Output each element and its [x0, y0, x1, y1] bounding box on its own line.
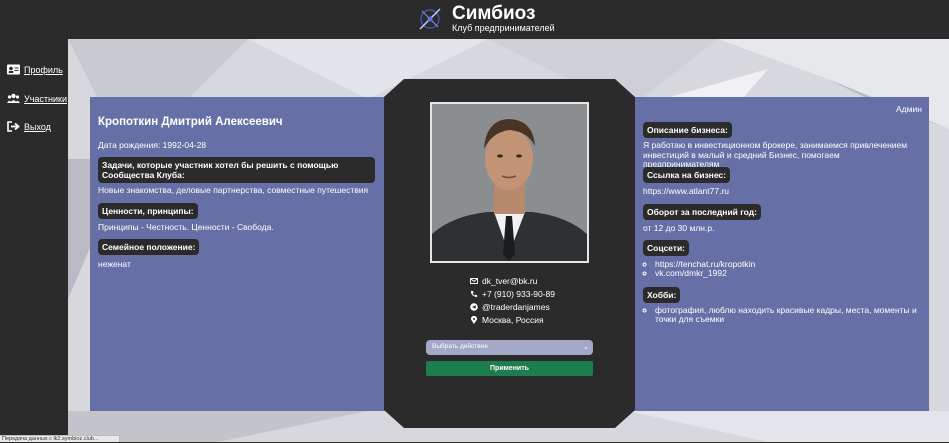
brand-subtitle: Клуб предпринимателей — [452, 23, 555, 33]
action-select-value: Выбрать действие — [432, 343, 488, 350]
sidebar-item-label: Участники — [24, 93, 67, 104]
values-label: Ценности, принципы: — [98, 203, 198, 219]
header: Симбиоз Клуб предпринимателей — [0, 0, 949, 39]
sidebar-item-profile[interactable]: Профиль — [7, 64, 63, 75]
users-icon — [7, 93, 20, 103]
telegram-text: @traderdanjames — [482, 302, 550, 312]
sidebar-item-members[interactable]: Участники — [7, 93, 67, 104]
family-label: Семейное положение: — [98, 239, 200, 255]
business-desc-value: Я работаю в инвестиционном брокере, зани… — [643, 140, 908, 169]
sidebar-item-logout[interactable]: Выход — [7, 121, 51, 132]
hobby-item: фотография, люблю находить красивые кадр… — [655, 306, 920, 324]
business-desc-label: Описание бизнеса: — [643, 122, 732, 138]
business-link-label: Ссылка на бизнес: — [643, 167, 730, 183]
role-badge: Админ — [896, 104, 922, 114]
socials-list: https://tenchat.ru/kropotkin vk.com/dmkr… — [644, 260, 915, 278]
tasks-label: Задачи, которые участник хотел бы решить… — [98, 157, 375, 183]
action-select[interactable]: Выбрать действие ⌄ — [426, 340, 593, 355]
business-link-value[interactable]: https://www.atlant77.ru — [643, 186, 729, 196]
tasks-value: Новые знакомства, деловые партнерства, с… — [98, 185, 369, 195]
hobby-label: Хобби: — [643, 287, 681, 303]
chevron-down-icon: ⌄ — [583, 344, 589, 351]
values-value: Принципы - Честность. Ценности - Свобода… — [98, 222, 274, 232]
avatar-image — [432, 104, 587, 261]
email-text: dk_tver@bk.ru — [482, 276, 538, 286]
hobby-list: фотография, люблю находить красивые кадр… — [644, 306, 920, 324]
contact-telegram[interactable]: @traderdanjames — [470, 302, 550, 312]
sidebar-item-label: Выход — [24, 121, 51, 132]
turnover-value: от 12 до 30 млн.р. — [643, 223, 715, 233]
location-text: Москва, Россия — [482, 315, 544, 325]
avatar — [430, 102, 589, 263]
contact-email[interactable]: dk_tver@bk.ru — [470, 276, 537, 286]
contact-phone[interactable]: +7 (910) 933-90-89 — [470, 289, 555, 299]
socials-label: Соцсети: — [643, 240, 690, 256]
id-card-icon — [7, 64, 20, 75]
location-pin-icon — [471, 316, 477, 324]
telegram-icon — [470, 303, 478, 311]
sidebar-item-label: Профиль — [24, 64, 63, 75]
envelope-icon — [470, 278, 478, 284]
brand-title: Симбиоз — [452, 3, 536, 24]
phone-icon — [471, 291, 478, 297]
contact-location: Москва, Россия — [470, 315, 544, 325]
turnover-label: Оборот за последний год: — [643, 204, 761, 220]
member-name: Кропоткин Дмитрий Алексеевич — [98, 116, 283, 128]
family-value: неженат — [98, 259, 131, 269]
logo-icon — [419, 8, 441, 30]
apply-button[interactable]: Применить — [426, 361, 593, 376]
birth-date: Дата рождения: 1992-04-28 — [98, 140, 207, 150]
social-link[interactable]: vk.com/dmkr_1992 — [655, 269, 915, 278]
phone-text: +7 (910) 933-90-89 — [482, 289, 556, 299]
browser-status-bar: Передача данных с lk2.symbioz.club... — [0, 435, 120, 442]
logout-icon — [7, 121, 20, 132]
